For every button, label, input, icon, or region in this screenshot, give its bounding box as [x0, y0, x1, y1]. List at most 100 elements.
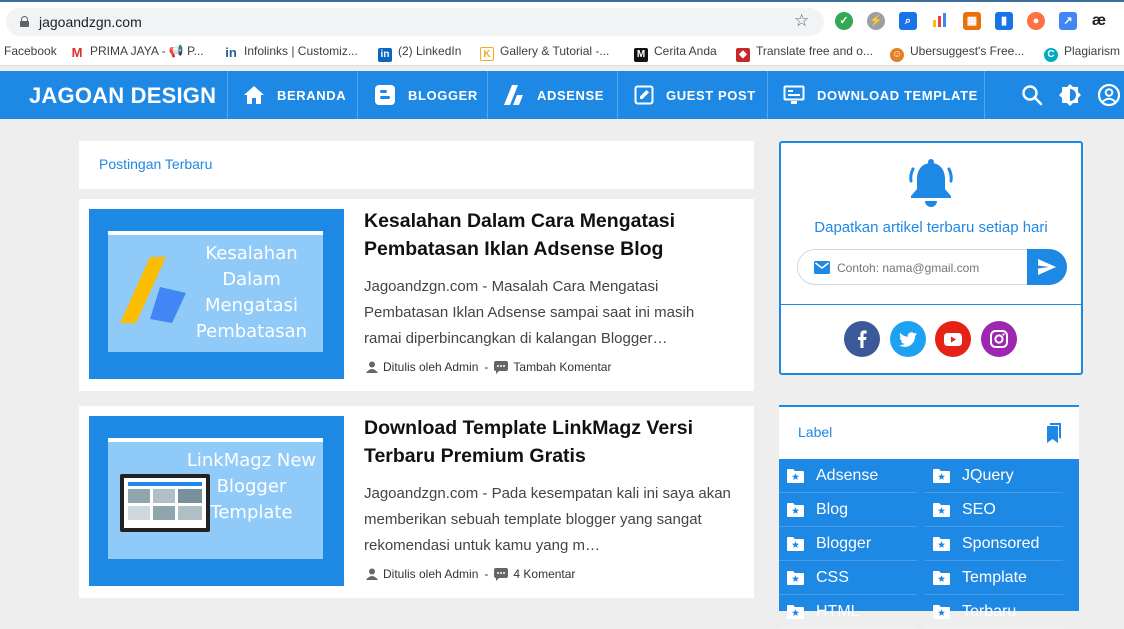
- search-extension-icon[interactable]: ⌕: [899, 12, 917, 30]
- bookmark-prima-jaya[interactable]: M PRIMA JAYA - 📢 P...: [70, 44, 204, 60]
- site-brand[interactable]: JAGOAN DESIGN: [29, 83, 216, 109]
- folder-star-icon: [933, 604, 950, 619]
- post-comments[interactable]: Tambah Komentar: [513, 360, 611, 374]
- label-item-seo[interactable]: SEO: [925, 493, 1063, 527]
- nav-divider: [767, 71, 768, 119]
- bookmark-label: Facebook: [4, 44, 57, 58]
- analytics-extension-icon[interactable]: [931, 12, 949, 30]
- theme-toggle-icon[interactable]: [1058, 83, 1082, 107]
- thumbnail-panel: LinkMagz New Blogger Template: [108, 438, 323, 559]
- label-item-blogger[interactable]: Blogger: [779, 527, 917, 561]
- search-icon[interactable]: [1021, 84, 1043, 106]
- post-excerpt: Jagoandzgn.com - Masalah Cara Mengatasi …: [364, 278, 695, 347]
- post-comments[interactable]: 4 Komentar: [513, 567, 575, 581]
- folder-star-icon: [787, 502, 804, 517]
- bookmark-label: PRIMA JAYA - 📢 P...: [90, 44, 204, 58]
- bookmark-icon: [1047, 423, 1061, 443]
- nav-item-label: BERANDA: [277, 87, 347, 103]
- check-extension-icon[interactable]: ✓: [835, 12, 853, 30]
- post-title[interactable]: Download Template LinkMagz Versi Terbaru…: [364, 414, 724, 470]
- translate-icon: ◆: [736, 48, 750, 62]
- youtube-button[interactable]: [935, 321, 971, 357]
- medium-icon: M: [634, 48, 648, 62]
- bolt-extension-icon[interactable]: ⚡: [867, 12, 885, 30]
- nav-item-guest-post[interactable]: GUEST POST: [634, 71, 756, 119]
- ae-extension-icon[interactable]: æ: [1090, 12, 1108, 30]
- account-icon[interactable]: [1097, 83, 1121, 107]
- youtube-icon: [944, 332, 962, 346]
- bookmark-plagiarism[interactable]: C Plagiarism: [1044, 44, 1120, 62]
- bookmark-label: Infolinks | Customiz...: [244, 44, 358, 58]
- twitter-icon: [899, 331, 917, 347]
- twitter-button[interactable]: [890, 321, 926, 357]
- folder-star-icon: [933, 570, 950, 585]
- grid-extension-icon[interactable]: ▦: [963, 12, 981, 30]
- adsense-logo-icon: [120, 257, 186, 323]
- label-item-html[interactable]: HTML: [779, 595, 917, 629]
- label-item-jquery[interactable]: JQuery: [925, 459, 1063, 493]
- label-item-adsense[interactable]: Adsense: [779, 459, 917, 493]
- instagram-button[interactable]: [981, 321, 1017, 357]
- nav-item-adsense[interactable]: ADSENSE: [503, 71, 604, 119]
- post-meta: Ditulis oleh Admin - 4 Komentar: [366, 567, 575, 581]
- gmail-icon: M: [70, 45, 84, 60]
- latest-posts-header: Postingan Terbaru: [79, 141, 754, 189]
- folder-star-icon: [787, 570, 804, 585]
- label-text: SEO: [962, 500, 996, 518]
- bookmark-infolinks[interactable]: in Infolinks | Customiz...: [224, 44, 358, 60]
- chart-extension-icon[interactable]: ↗: [1059, 12, 1077, 30]
- address-bar[interactable]: jagoandzgn.com ☆: [6, 8, 824, 36]
- folder-star-icon: [933, 536, 950, 551]
- label-item-blog[interactable]: Blog: [779, 493, 917, 527]
- star-icon[interactable]: ☆: [794, 11, 809, 31]
- nav-item-beranda[interactable]: BERANDA: [243, 71, 346, 119]
- label-item-css[interactable]: CSS: [779, 561, 917, 595]
- nav-divider: [984, 71, 985, 119]
- subscribe-send-button[interactable]: [1027, 249, 1067, 285]
- label-text: Blogger: [816, 534, 872, 552]
- bookmark-label: Gallery & Tutorial -...: [500, 44, 610, 58]
- post-card: LinkMagz New Blogger Template Download T…: [79, 406, 754, 598]
- label-text: HTML: [816, 602, 860, 620]
- label-item-sponsored[interactable]: Sponsored: [925, 527, 1063, 561]
- bookmark-gallery[interactable]: K Gallery & Tutorial -...: [480, 44, 609, 61]
- meta-separator: -: [484, 360, 489, 374]
- reddit-extension-icon[interactable]: ●: [1027, 12, 1045, 30]
- label-text: Terbaru: [962, 602, 1017, 620]
- url-text[interactable]: jagoandzgn.com: [39, 14, 142, 30]
- nav-divider: [227, 71, 228, 119]
- gallery-icon: K: [480, 47, 494, 61]
- bookmark-ubersuggest[interactable]: ☺ Ubersuggest's Free...: [890, 44, 1024, 62]
- email-input[interactable]: [837, 258, 1022, 278]
- plagiarism-icon: C: [1044, 48, 1058, 62]
- nav-item-label: GUEST POST: [666, 87, 756, 103]
- nav-divider: [357, 71, 358, 119]
- folder-star-icon: [787, 468, 804, 483]
- nav-item-download-template[interactable]: DOWNLOAD TEMPLATE: [783, 71, 978, 119]
- post-title[interactable]: Kesalahan Dalam Cara Mengatasi Pembatasa…: [364, 207, 724, 263]
- label-item-terbaru[interactable]: Terbaru: [925, 595, 1063, 629]
- bookmark-translate[interactable]: ◆ Translate free and o...: [736, 44, 873, 62]
- label-text: Template: [962, 568, 1027, 586]
- bookmark-label: (2) LinkedIn: [398, 44, 462, 58]
- folder-star-icon: [787, 604, 804, 619]
- label-text: JQuery: [962, 466, 1014, 484]
- nav-divider: [617, 71, 618, 119]
- label-text: Adsense: [816, 466, 879, 484]
- instagram-icon: [990, 330, 1008, 348]
- bookmark-linkedin[interactable]: in (2) LinkedIn: [378, 44, 461, 62]
- facebook-button[interactable]: [844, 321, 880, 357]
- trash-extension-icon[interactable]: ▮: [995, 12, 1013, 30]
- folder-star-icon: [933, 502, 950, 517]
- post-thumbnail[interactable]: Kesalahan Dalam Mengatasi Pembatasan: [89, 209, 344, 379]
- post-card: Kesalahan Dalam Mengatasi Pembatasan Kes…: [79, 199, 754, 391]
- bookmark-facebook[interactable]: Facebook: [4, 44, 57, 58]
- post-thumbnail[interactable]: LinkMagz New Blogger Template: [89, 416, 344, 586]
- bookmark-cerita-anda[interactable]: M Cerita Anda: [634, 44, 717, 62]
- subscribe-text: Dapatkan artikel terbaru setiap hari: [814, 219, 1048, 236]
- folder-star-icon: [787, 536, 804, 551]
- nav-item-label: ADSENSE: [537, 87, 605, 103]
- nav-item-blogger[interactable]: BLOGGER: [374, 71, 478, 119]
- label-item-template[interactable]: Template: [925, 561, 1063, 595]
- folder-star-icon: [933, 468, 950, 483]
